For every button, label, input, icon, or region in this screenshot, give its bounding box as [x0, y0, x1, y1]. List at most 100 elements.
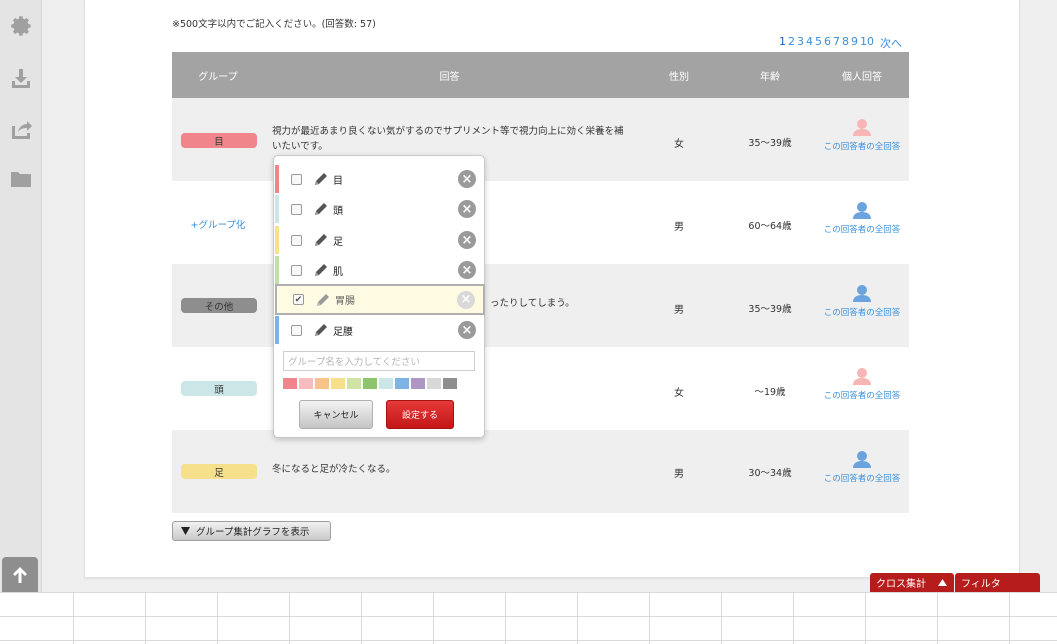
- left-sidebar: [0, 0, 42, 592]
- all-answers-link[interactable]: この回答者の全回答: [822, 223, 902, 238]
- male-avatar-icon: [853, 285, 871, 302]
- group-option-me[interactable]: 目 ×: [275, 165, 484, 193]
- group-option-hada[interactable]: 肌 ×: [275, 256, 484, 284]
- scroll-top-button[interactable]: [2, 557, 38, 592]
- show-group-graph-label: グループ集計グラフを表示: [196, 527, 310, 538]
- group-option-ashikoshi[interactable]: 足腰 ×: [275, 316, 484, 344]
- pencil-icon[interactable]: [313, 262, 329, 278]
- page-link-7[interactable]: 7: [833, 35, 840, 51]
- color-swatch[interactable]: [395, 378, 409, 389]
- group-color-bar: [275, 256, 279, 284]
- group-badge[interactable]: 頭: [181, 381, 257, 396]
- group-checkbox-checked[interactable]: ✔: [293, 294, 304, 305]
- page-link-10[interactable]: 10: [860, 35, 874, 51]
- group-name: 目: [333, 175, 343, 187]
- pencil-icon[interactable]: [313, 232, 329, 248]
- table-header: グループ 回答 性別 年齢 個人回答: [172, 52, 909, 98]
- pencil-icon[interactable]: [313, 322, 329, 338]
- group-checkbox[interactable]: [291, 203, 302, 215]
- arrow-up-icon: [13, 566, 27, 583]
- color-swatch[interactable]: [427, 378, 441, 389]
- personal-cell: この回答者の全回答: [822, 118, 902, 155]
- page-link-6[interactable]: 6: [824, 35, 831, 51]
- color-swatch[interactable]: [331, 378, 345, 389]
- age-cell: 35～39歳: [748, 304, 792, 315]
- group-checkbox[interactable]: [291, 264, 302, 276]
- group-badge[interactable]: その他: [181, 298, 257, 313]
- delete-group-icon[interactable]: ×: [458, 321, 476, 339]
- show-group-graph-button[interactable]: グループ集計グラフを表示: [172, 521, 331, 541]
- group-badge[interactable]: 目: [181, 133, 257, 148]
- group-badge[interactable]: 足: [181, 464, 257, 479]
- sex-cell: 女: [674, 139, 684, 150]
- color-swatch[interactable]: [347, 378, 361, 389]
- delete-group-icon[interactable]: ×: [458, 170, 476, 188]
- all-answers-link[interactable]: この回答者の全回答: [822, 472, 902, 487]
- group-color-bar: [275, 195, 279, 223]
- folder-icon[interactable]: [8, 166, 34, 192]
- group-name: 頭: [333, 205, 343, 217]
- gear-icon[interactable]: [8, 13, 34, 39]
- page-link-1[interactable]: 1: [779, 35, 786, 51]
- group-popup: 目 × 頭 × 足 × 肌 × ✔ 胃腸 × 足腰 × グループ名を入力してくだ…: [273, 155, 485, 438]
- male-avatar-icon: [853, 451, 871, 468]
- sex-cell: 男: [674, 469, 684, 480]
- group-checkbox[interactable]: [291, 173, 302, 185]
- color-swatch[interactable]: [411, 378, 425, 389]
- page-link-4[interactable]: 4: [806, 35, 813, 51]
- download-icon[interactable]: [8, 65, 34, 91]
- page-link-5[interactable]: 5: [815, 35, 822, 51]
- personal-cell: この回答者の全回答: [822, 450, 902, 487]
- delete-group-icon[interactable]: ×: [458, 200, 476, 218]
- pencil-icon[interactable]: [315, 292, 331, 308]
- cross-tab-label: クロス集計: [876, 579, 926, 590]
- filter-tab-label: フィルタ: [961, 579, 1001, 590]
- pagination: 1 2 3 4 5 6 7 8 9 10 次へ: [779, 35, 902, 51]
- pencil-icon[interactable]: [313, 171, 329, 187]
- group-name: 足: [333, 236, 343, 248]
- answer-text: ったりしてしまう。: [490, 298, 575, 309]
- color-swatch[interactable]: [443, 378, 457, 389]
- header-group: グループ: [198, 71, 238, 83]
- page-link-2[interactable]: 2: [788, 35, 795, 51]
- female-avatar-icon: [853, 119, 871, 136]
- group-option-ashi[interactable]: 足 ×: [275, 226, 484, 254]
- group-checkbox[interactable]: [291, 324, 302, 336]
- answer-text: 冬になると足が冷たくなる。: [272, 464, 396, 475]
- next-page-link[interactable]: 次へ: [880, 35, 902, 51]
- group-name: 足腰: [333, 326, 353, 338]
- page-link-9[interactable]: 9: [851, 35, 858, 51]
- answer-note: ※500文字以内でご記入ください。(回答数: 57): [172, 19, 376, 30]
- apply-button[interactable]: 設定する: [386, 400, 454, 429]
- color-swatch[interactable]: [379, 378, 393, 389]
- personal-cell: この回答者の全回答: [822, 367, 902, 404]
- color-swatch[interactable]: [299, 378, 313, 389]
- pencil-icon[interactable]: [313, 201, 329, 217]
- group-name: 胃腸: [335, 296, 355, 307]
- all-answers-link[interactable]: この回答者の全回答: [822, 389, 902, 404]
- triangle-up-icon: [938, 579, 947, 586]
- delete-group-icon[interactable]: ×: [458, 231, 476, 249]
- group-option-atama[interactable]: 頭 ×: [275, 195, 484, 223]
- triangle-down-icon: [181, 527, 190, 535]
- group-name-input[interactable]: グループ名を入力してください: [283, 351, 475, 371]
- page-link-8[interactable]: 8: [842, 35, 849, 51]
- color-swatch[interactable]: [363, 378, 377, 389]
- share-icon[interactable]: [8, 116, 34, 142]
- group-color-bar: [275, 165, 279, 193]
- cancel-button[interactable]: キャンセル: [299, 400, 373, 429]
- filter-tab[interactable]: フィルタ: [955, 573, 1040, 592]
- add-group-link[interactable]: +グループ化: [172, 217, 264, 231]
- all-answers-link[interactable]: この回答者の全回答: [822, 140, 902, 155]
- page-link-3[interactable]: 3: [797, 35, 804, 51]
- delete-group-icon[interactable]: ×: [458, 261, 476, 279]
- cross-tab[interactable]: クロス集計: [870, 573, 954, 592]
- group-option-ichou[interactable]: ✔ 胃腸 ×: [275, 284, 485, 315]
- group-checkbox[interactable]: [291, 234, 302, 246]
- color-swatch[interactable]: [315, 378, 329, 389]
- answer-text: 視力が最近あまり良くない気がするのでサプリメント等で視力向上に効く栄養を補いたい…: [272, 126, 624, 152]
- color-swatch[interactable]: [283, 378, 297, 389]
- group-color-bar: [275, 316, 279, 344]
- all-answers-link[interactable]: この回答者の全回答: [822, 306, 902, 321]
- delete-group-icon[interactable]: ×: [457, 290, 475, 309]
